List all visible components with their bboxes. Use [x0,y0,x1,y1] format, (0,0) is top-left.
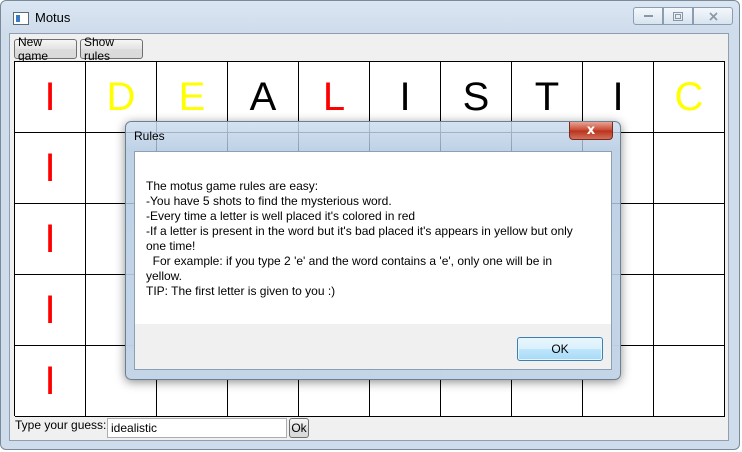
grid-cell [654,346,725,417]
close-icon [708,11,718,21]
grid-cell [654,275,725,346]
dialog-title: Rules [134,129,165,143]
rules-line: one time! [146,239,196,253]
rules-line: yellow. [146,269,183,283]
rules-line: For example: if you type 2 'e' and the w… [146,254,553,268]
grid-cell: C [654,62,725,133]
rules-line: The motus game rules are easy: [146,179,319,193]
rules-line: TIP: The first letter is given to you :) [146,284,336,298]
show-rules-button[interactable]: Show rules [80,35,143,63]
close-button[interactable] [693,7,733,25]
caption-buttons [633,7,733,25]
rules-line: -You have 5 shots to find the mysterious… [146,194,392,208]
maximize-button[interactable] [663,7,693,25]
dialog-body: The motus game rules are easy: -You have … [134,151,612,370]
guess-input[interactable] [107,418,287,438]
dialog-close-button[interactable]: x [569,122,613,140]
minimize-icon [643,15,653,17]
minimize-button[interactable] [633,7,663,25]
grid-cell: I [15,133,86,204]
app-icon [13,12,29,25]
submit-guess-button[interactable]: Ok [289,418,309,438]
dialog-ok-button[interactable]: OK [517,337,603,361]
maximize-icon [673,11,683,21]
title-bar[interactable]: Motus [1,1,739,33]
rules-line: -Every time a letter is well placed it's… [146,209,416,223]
grid-cell: I [15,62,86,133]
rules-text: The motus game rules are easy: -You have … [146,179,596,299]
rules-line: -If a letter is present in the word but … [146,224,573,238]
close-icon: x [586,123,596,138]
grid-cell [654,133,725,204]
rules-dialog: Rules x The motus game rules are easy: -Y… [125,121,621,380]
grid-cell: I [15,275,86,346]
grid-cell: I [15,204,86,275]
guess-label: Type your guess: [15,418,107,432]
window-title: Motus [35,10,71,25]
grid-cell: I [15,346,86,417]
dialog-message-area: The motus game rules are easy: -You have … [135,152,611,324]
new-game-button[interactable]: New game [14,35,77,63]
grid-cell [654,204,725,275]
